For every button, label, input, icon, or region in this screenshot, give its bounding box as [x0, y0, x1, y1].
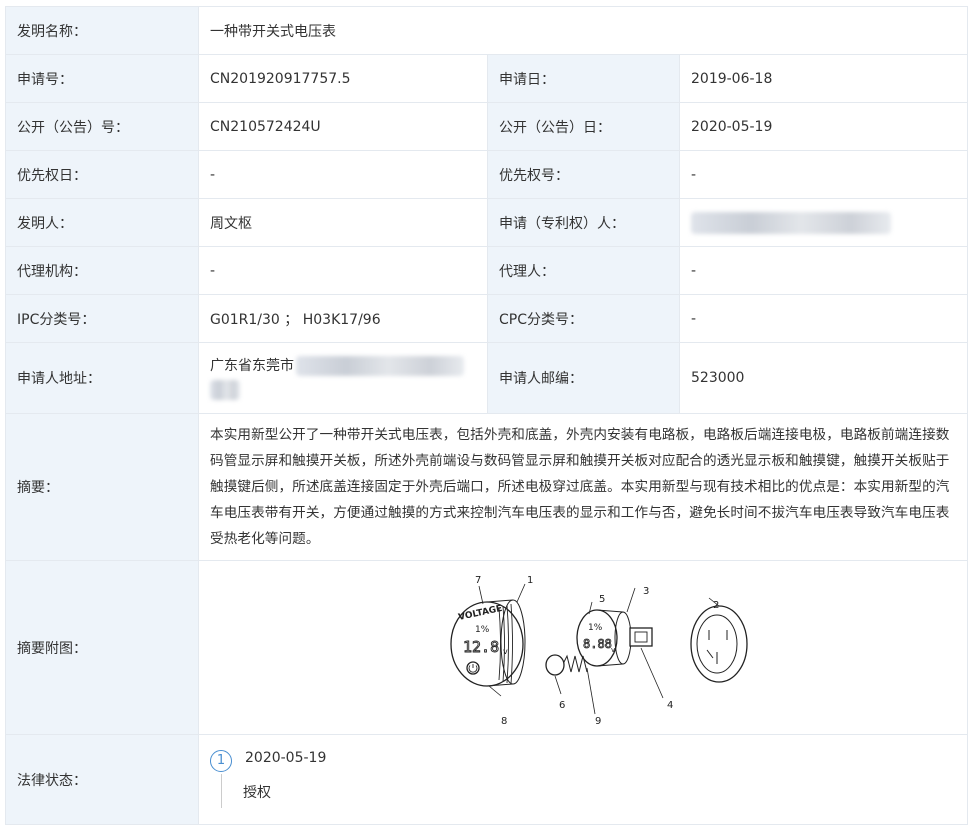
label-priority-number: 优先权号：: [487, 150, 680, 199]
value-priority-date: -: [198, 150, 488, 199]
redacted-address: [296, 356, 464, 376]
row-priority: 优先权日： - 优先权号： -: [5, 150, 969, 199]
label-abstract: 摘要：: [5, 413, 199, 561]
row-application: 申请号： CN201920917757.5 申请日： 2019-06-18: [5, 54, 969, 103]
row-classification: IPC分类号： G01R1/30 ； H03K17/96 CPC分类号： -: [5, 294, 969, 343]
label-applicant: 申请（专利权）人：: [487, 198, 680, 247]
address-visible-text: 广东省东莞市: [210, 358, 294, 374]
timeline-step-badge: 1: [210, 749, 232, 772]
module-reading-label: 8.88: [583, 637, 612, 651]
row-legal-status: 法律状态： 1 2020-05-19 授权: [5, 734, 969, 825]
label-title: 发明名称：: [5, 6, 199, 55]
label-priority-date: 优先权日：: [5, 150, 199, 199]
row-agency: 代理机构： - 代理人： -: [5, 246, 969, 295]
redacted-address-line2: [210, 380, 240, 400]
redacted-applicant: [691, 211, 891, 234]
value-applicant-address: 广东省东莞市: [198, 342, 488, 414]
label-applicant-postcode: 申请人邮编：: [487, 342, 680, 414]
label-applicant-address: 申请人地址：: [5, 342, 199, 414]
legal-status-timeline: 1 2020-05-19 授权: [199, 736, 967, 824]
timeline-connector: [221, 773, 222, 808]
label-inventor: 发明人：: [5, 198, 199, 247]
value-agent: -: [678, 246, 969, 295]
value-publication-date: 2020-05-19: [678, 102, 969, 151]
value-inventor: 周文枢: [198, 198, 488, 247]
value-cpc: -: [678, 294, 969, 343]
row-publication: 公开（公告）号： CN210572424U 公开（公告）日： 2020-05-1…: [5, 102, 969, 151]
value-publication-number: CN210572424U: [198, 102, 488, 151]
meter-unit-label: v: [503, 647, 508, 656]
label-application-date: 申请日：: [487, 54, 680, 103]
label-ipc: IPC分类号：: [5, 294, 199, 343]
value-title: 一种带开关式电压表: [197, 6, 969, 55]
callout-5: 5: [599, 594, 605, 605]
callout-6: 6: [559, 700, 565, 711]
label-legal-status: 法律状态：: [5, 734, 199, 825]
callout-2: 2: [713, 600, 719, 611]
value-abstract: 本实用新型公开了一种带开关式电压表，包括外壳和底盖，外壳内安装有电路板，电路板后…: [197, 413, 969, 561]
abstract-figure-drawing[interactable]: VOLTAGE 1% 12.8 v 1% 8.88 v 7 1 5 3 2 8 …: [437, 568, 767, 728]
value-legal-status: 1 2020-05-19 授权: [197, 734, 969, 825]
row-abstract: 摘要： 本实用新型公开了一种带开关式电压表，包括外壳和底盖，外壳内安装有电路板，…: [5, 413, 969, 561]
value-application-date: 2019-06-18: [678, 54, 969, 103]
meter-mark-label: 1%: [475, 625, 490, 635]
timeline-status: 授权: [243, 784, 271, 801]
value-ipc: G01R1/30 ； H03K17/96: [198, 294, 488, 343]
row-title: 发明名称： 一种带开关式电压表: [5, 6, 969, 55]
meter-internal-module: 1% 8.88 v: [545, 608, 653, 676]
callout-8: 8: [501, 716, 507, 727]
row-figure: 摘要附图： VOLTAGE 1% 12.8 v 1% 8.88 v 7 1 5 …: [5, 560, 969, 735]
meter-front-view: VOLTAGE 1% 12.8 v: [450, 599, 526, 687]
module-unit-label: v: [611, 646, 615, 654]
callout-9: 9: [595, 716, 601, 727]
label-agent: 代理人：: [487, 246, 680, 295]
callout-4: 4: [667, 700, 673, 711]
callout-7: 7: [475, 575, 481, 586]
value-applicant-postcode: 523000: [678, 342, 969, 414]
row-inventor: 发明人： 周文枢 申请（专利权）人：: [5, 198, 969, 247]
row-address: 申请人地址： 广东省东莞市 申请人邮编： 523000: [5, 342, 969, 414]
value-abstract-figure: VOLTAGE 1% 12.8 v 1% 8.88 v 7 1 5 3 2 8 …: [197, 560, 969, 735]
label-publication-number: 公开（公告）号：: [5, 102, 199, 151]
meter-back-cover: [690, 604, 748, 683]
label-cpc: CPC分类号：: [487, 294, 680, 343]
meter-reading-label: 12.8: [463, 638, 499, 656]
label-abstract-figure: 摘要附图：: [5, 560, 199, 735]
value-applicant: [678, 198, 969, 247]
callout-3: 3: [643, 586, 649, 597]
label-publication-date: 公开（公告）日：: [487, 102, 680, 151]
value-application-number: CN201920917757.5: [198, 54, 488, 103]
label-agency: 代理机构：: [5, 246, 199, 295]
label-application-number: 申请号：: [5, 54, 199, 103]
patent-info-table: 发明名称： 一种带开关式电压表 申请号： CN201920917757.5 申请…: [5, 6, 969, 825]
callout-1: 1: [527, 575, 533, 586]
timeline-date: 2020-05-19: [245, 749, 327, 766]
value-priority-number: -: [678, 150, 969, 199]
value-agency: -: [198, 246, 488, 295]
module-mark-label: 1%: [588, 623, 603, 633]
